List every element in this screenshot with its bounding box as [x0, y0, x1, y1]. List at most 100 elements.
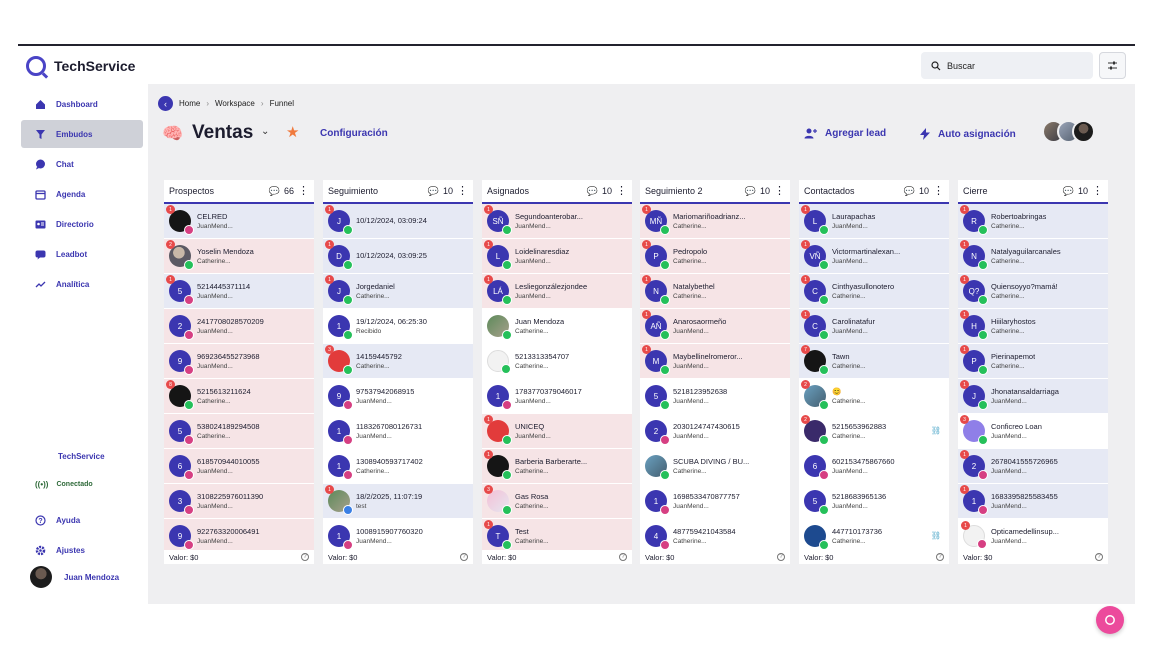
- back-button[interactable]: ‹: [158, 96, 173, 111]
- more-vertical-icon[interactable]: ⋮: [616, 185, 627, 197]
- lead-card[interactable]: 1 1 1683395825583455 JuanMend...: [958, 484, 1108, 519]
- lead-card[interactable]: T 1 Test Catherine...: [482, 519, 632, 554]
- lead-card[interactable]: 2 2030124747430615 JuanMend...: [640, 414, 790, 449]
- sidebar-item-leadbot[interactable]: Leadbot: [21, 240, 143, 268]
- chat-fab-button[interactable]: [1096, 606, 1124, 634]
- lead-card[interactable]: 1 UNICEQ JuanMend...: [482, 414, 632, 449]
- lead-card[interactable]: 5213313354707 Catherine...: [482, 344, 632, 379]
- breadcrumb-home[interactable]: Home: [179, 99, 200, 108]
- help-icon[interactable]: ?: [301, 553, 309, 561]
- lead-card[interactable]: 5 538024189294508 Catherine...: [164, 414, 314, 449]
- lead-card[interactable]: 3 Conficreo Loan JuanMend...: [958, 414, 1108, 449]
- star-icon[interactable]: ★: [286, 123, 299, 141]
- lead-card[interactable]: 1 1183267080126731 JuanMend...: [323, 414, 473, 449]
- lead-card[interactable]: J 1 10/12/2024, 03:09:24: [323, 204, 473, 239]
- breadcrumb-workspace[interactable]: Workspace: [215, 99, 255, 108]
- lead-card[interactable]: 2 2417708028570209 JuanMend...: [164, 309, 314, 344]
- lead-card[interactable]: 6 602153475867660 JuanMend...: [799, 449, 949, 484]
- lead-card[interactable]: C 1 Carolinatafur JuanMend...: [799, 309, 949, 344]
- column-header[interactable]: Contactados 💬 10 ⋮: [799, 180, 949, 204]
- lead-card[interactable]: 1 1308940593717402 Catherine...: [323, 449, 473, 484]
- help-icon[interactable]: ?: [460, 553, 468, 561]
- sidebar-item-embudos[interactable]: Embudos: [21, 120, 143, 148]
- team-avatars[interactable]: [1042, 120, 1098, 144]
- lead-card[interactable]: 3 14159445792 Catherine...: [323, 344, 473, 379]
- lead-card[interactable]: 1 1698533470877757 JuanMend...: [640, 484, 790, 519]
- column-header[interactable]: Asignados 💬 10 ⋮: [482, 180, 632, 204]
- lead-card[interactable]: AÑ 1 Anarosaormeño JuanMend...: [640, 309, 790, 344]
- lead-card[interactable]: 9 97537942068915 JuanMend...: [323, 379, 473, 414]
- lead-card[interactable]: C 1 Cinthyasullonotero Catherine...: [799, 274, 949, 309]
- column-header[interactable]: Seguimiento 2 💬 10 ⋮: [640, 180, 790, 204]
- lead-card[interactable]: 9 969236455273968 JuanMend...: [164, 344, 314, 379]
- lead-card[interactable]: 2 1 2678041555726965 JuanMend...: [958, 449, 1108, 484]
- user-profile[interactable]: Juan Mendoza: [30, 566, 119, 588]
- lead-card[interactable]: 4 487759421043584 Catherine...: [640, 519, 790, 554]
- lead-card[interactable]: 8 5215613211624 Catherine...: [164, 379, 314, 414]
- lead-card[interactable]: SÑ 1 Segundoanterobar... JuanMend...: [482, 204, 632, 239]
- logo[interactable]: TechService: [26, 56, 135, 76]
- sidebar-item-agenda[interactable]: Agenda: [21, 180, 143, 208]
- lead-card[interactable]: 5 5218123952638 JuanMend...: [640, 379, 790, 414]
- lead-card[interactable]: 6 618570944010055 JuanMend...: [164, 449, 314, 484]
- more-vertical-icon[interactable]: ⋮: [774, 185, 785, 197]
- lead-card[interactable]: N 1 Natalyaguilarcanales Catherine...: [958, 239, 1108, 274]
- filter-button[interactable]: [1099, 52, 1126, 79]
- column-header[interactable]: Seguimiento 💬 10 ⋮: [323, 180, 473, 204]
- lead-card[interactable]: P 1 Pedropolo Catherine...: [640, 239, 790, 274]
- sidebar-item-ajustes[interactable]: Ajustes: [21, 536, 143, 564]
- lead-card[interactable]: 1 18/2/2025, 11:07:19 test: [323, 484, 473, 519]
- lead-card[interactable]: 9 922763320006491 JuanMend...: [164, 519, 314, 554]
- more-vertical-icon[interactable]: ⋮: [298, 185, 309, 197]
- lead-card[interactable]: 2 😊 Catherine...: [799, 379, 949, 414]
- lead-card[interactable]: 447710173736 Catherine... ⛓: [799, 519, 949, 554]
- lead-card[interactable]: N 1 Natalybethel Catherine...: [640, 274, 790, 309]
- lead-card[interactable]: H 1 Hiiilaryhostos Catherine...: [958, 309, 1108, 344]
- lead-card[interactable]: 1 Barberia Barberarte... Catherine...: [482, 449, 632, 484]
- lead-card[interactable]: D 1 10/12/2024, 03:09:25: [323, 239, 473, 274]
- more-vertical-icon[interactable]: ⋮: [457, 185, 468, 197]
- lead-card[interactable]: R 1 Robertoabringas Catherine...: [958, 204, 1108, 239]
- sidebar-item-analitica[interactable]: Analítica: [21, 270, 143, 298]
- sidebar-item-dashboard[interactable]: Dashboard: [21, 90, 143, 118]
- lead-card[interactable]: 5 1 5214445371114 JuanMend...: [164, 274, 314, 309]
- lead-card[interactable]: J 1 Jhonatansaldarriaga JuanMend...: [958, 379, 1108, 414]
- lead-card[interactable]: 2 5215653962883 Catherine... ⛓: [799, 414, 949, 449]
- sidebar-item-chat[interactable]: Chat: [21, 150, 143, 178]
- add-lead-button[interactable]: Agregar lead: [804, 128, 886, 139]
- lead-card[interactable]: Q? 1 Quiensoyyo?mamá! Catherine...: [958, 274, 1108, 309]
- lead-card[interactable]: 3 3108225976011390 JuanMend...: [164, 484, 314, 519]
- search-input[interactable]: [947, 60, 1077, 71]
- help-icon[interactable]: ?: [619, 553, 627, 561]
- configuration-link[interactable]: Configuración: [320, 128, 388, 139]
- help-icon[interactable]: ?: [936, 553, 944, 561]
- lead-card[interactable]: J 1 Jorgedaniel Catherine...: [323, 274, 473, 309]
- auto-assign-button[interactable]: Auto asignación: [920, 128, 1016, 140]
- lead-card[interactable]: SCUBA DIVING / BU... Catherine...: [640, 449, 790, 484]
- chevron-down-icon[interactable]: ⌄: [261, 126, 269, 137]
- more-vertical-icon[interactable]: ⋮: [1092, 185, 1103, 197]
- column-header[interactable]: Prospectos 💬 66 ⋮: [164, 180, 314, 204]
- lead-card[interactable]: 3 Gas Rosa Catherine...: [482, 484, 632, 519]
- lead-card[interactable]: VÑ 1 Victormartinalexan... JuanMend...: [799, 239, 949, 274]
- column-header[interactable]: Cierre 💬 10 ⋮: [958, 180, 1108, 204]
- lead-card[interactable]: P 1 Pierinapemot Catherine...: [958, 344, 1108, 379]
- more-vertical-icon[interactable]: ⋮: [933, 185, 944, 197]
- lead-card[interactable]: LÁ 1 Lesliegonzálezjondee JuanMend...: [482, 274, 632, 309]
- lead-card[interactable]: 1 Opticamedellinsup... JuanMend...: [958, 519, 1108, 554]
- lead-card[interactable]: 1 19/12/2024, 06:25:30 Recibido: [323, 309, 473, 344]
- lead-card[interactable]: 2 Yoselin Mendoza Catherine...: [164, 239, 314, 274]
- search-box[interactable]: [921, 52, 1093, 79]
- lead-card[interactable]: 1 1008915907760320 JuanMend...: [323, 519, 473, 554]
- lead-card[interactable]: 1 CELRED JuanMend...: [164, 204, 314, 239]
- lead-card[interactable]: Juan Mendoza Catherine...: [482, 309, 632, 344]
- lead-card[interactable]: L 1 Loidelinaresdiaz JuanMend...: [482, 239, 632, 274]
- lead-card[interactable]: L 1 Laurapachas JuanMend...: [799, 204, 949, 239]
- sidebar-item-ayuda[interactable]: ? Ayuda: [21, 506, 143, 534]
- lead-card[interactable]: 5 5218683965136 JuanMend...: [799, 484, 949, 519]
- help-icon[interactable]: ?: [777, 553, 785, 561]
- lead-card[interactable]: MÑ 1 Mariomariñoadrianz... Catherine...: [640, 204, 790, 239]
- sidebar-item-directorio[interactable]: Directorio: [21, 210, 143, 238]
- lead-card[interactable]: 1 1783770379046017 JuanMend...: [482, 379, 632, 414]
- lead-card[interactable]: M 1 Maybellinelromeror... JuanMend...: [640, 344, 790, 379]
